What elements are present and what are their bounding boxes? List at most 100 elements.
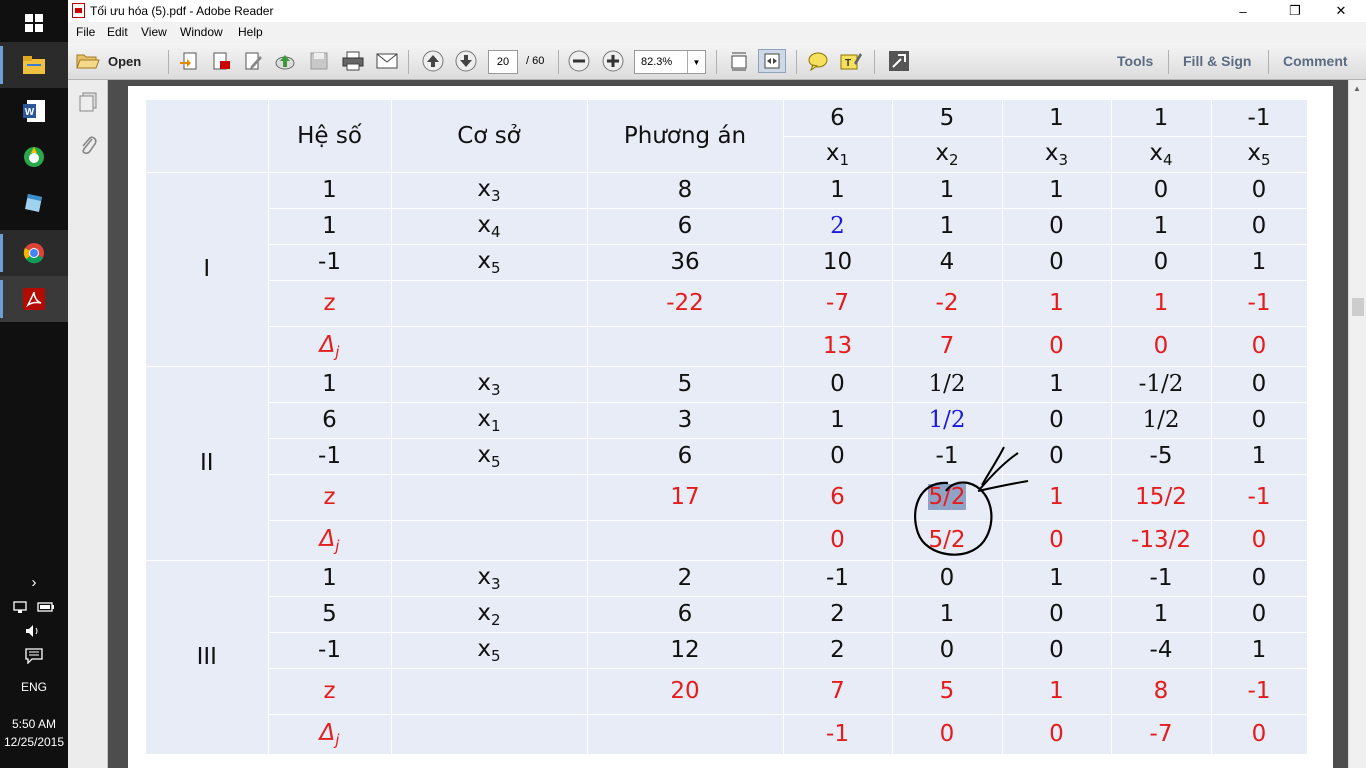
menu-view[interactable]: View	[141, 25, 167, 39]
cell-value: 0	[1211, 366, 1308, 403]
cell-value: 0	[1111, 244, 1212, 281]
scrollbar-thumb[interactable]	[1352, 298, 1364, 316]
z-plan: -22	[587, 280, 784, 327]
z-plan: 17	[587, 474, 784, 521]
objective-coef: 1	[1111, 100, 1212, 137]
title-bar: Tối ưu hóa (5).pdf - Adobe Reader – ❐ ✕	[68, 0, 1366, 22]
delta-plan	[587, 326, 784, 367]
sticky-note-icon[interactable]	[805, 49, 831, 73]
basis-header: Cơ sở	[391, 100, 588, 173]
tools-pane-link[interactable]: Tools	[1117, 53, 1153, 69]
objective-coef: 5	[892, 100, 1003, 137]
fill-and-sign-pane-link[interactable]: Fill & Sign	[1183, 53, 1251, 69]
volume-icon[interactable]	[0, 624, 68, 641]
z-value: 5	[892, 668, 1003, 715]
cell-value: -1	[1111, 560, 1212, 597]
coef-header: Hệ số	[268, 100, 392, 173]
toolbar: Open 20 / 60 82.3% ▼ T Tools Fill & Sign…	[68, 43, 1366, 80]
objective-coef: -1	[1211, 100, 1308, 137]
cell-value: 0	[1002, 402, 1112, 439]
cell-value: 1	[1111, 596, 1212, 633]
row-plan: 6	[587, 438, 784, 475]
chrome-icon[interactable]	[0, 230, 68, 276]
minimize-button[interactable]: –	[1220, 0, 1266, 22]
vertical-scrollbar[interactable]: ▲	[1348, 80, 1366, 768]
open-folder-icon	[76, 54, 100, 69]
comment-pane-link[interactable]: Comment	[1283, 53, 1348, 69]
simplex-table: Hệ số Cơ sở Phương án 6 5 1 1 -1 x1 x2 x3 x4 x5 I 1 x3 8…	[146, 100, 1308, 755]
z-value: -1	[1211, 474, 1308, 521]
table-row: 5 x2 6 2 1 0 1 0	[146, 596, 1308, 633]
show-hidden-icons-chevron-icon[interactable]: ›	[0, 574, 68, 591]
cell-value: -5	[1111, 438, 1212, 475]
edit-pdf-icon[interactable]	[240, 49, 266, 73]
delta-value: -13/2	[1111, 520, 1212, 561]
documents-app-icon[interactable]	[0, 180, 68, 226]
previous-page-icon[interactable]	[420, 49, 446, 73]
cell-value: 0	[1211, 172, 1308, 209]
menu-help[interactable]: Help	[238, 25, 263, 39]
action-center-icon[interactable]	[0, 648, 68, 667]
delta-value: 7	[892, 326, 1003, 367]
fit-width-icon[interactable]	[758, 49, 786, 73]
adobe-reader-icon[interactable]	[0, 276, 68, 322]
scroll-up-arrow-icon[interactable]: ▲	[1353, 84, 1361, 93]
z-value: -1	[1211, 280, 1308, 327]
z-value: 7	[783, 668, 893, 715]
page-number-input[interactable]: 20	[488, 50, 518, 74]
cyberlink-icon[interactable]	[0, 134, 68, 180]
fit-page-icon[interactable]	[726, 49, 752, 73]
highlight-text-icon[interactable]: T	[838, 49, 864, 73]
row-basis: x1	[391, 402, 588, 439]
create-pdf-icon[interactable]	[208, 49, 234, 73]
empty-cell	[391, 714, 588, 755]
cell-value: 1	[1211, 244, 1308, 281]
z-value: -1	[1211, 668, 1308, 715]
clock-time[interactable]: 5:50 AM	[0, 717, 68, 731]
open-button[interactable]: Open	[76, 49, 156, 73]
cell-value: 1	[1211, 632, 1308, 669]
cell-value: 2	[783, 208, 893, 245]
cell-value: -1/2	[1111, 366, 1212, 403]
file-explorer-icon[interactable]	[0, 42, 68, 88]
row-plan: 6	[587, 596, 784, 633]
attachments-paperclip-icon[interactable]	[78, 134, 98, 161]
clock-date[interactable]: 12/25/2015	[0, 735, 68, 749]
z-value: 6	[783, 474, 893, 521]
delta-value: 0	[1002, 326, 1112, 367]
document-viewer[interactable]: Hệ số Cơ sở Phương án 6 5 1 1 -1 x1 x2 x3 x4 x5 I 1 x3 8…	[108, 80, 1348, 768]
zoom-out-icon[interactable]	[566, 49, 592, 73]
next-page-icon[interactable]	[453, 49, 479, 73]
word-icon[interactable]: W	[0, 88, 68, 134]
variable-header: x5	[1211, 136, 1308, 173]
zoom-select[interactable]: 82.3% ▼	[634, 50, 706, 74]
page-thumbnails-icon[interactable]	[78, 92, 98, 117]
objective-coef: 1	[1002, 100, 1112, 137]
cell-value: -4	[1111, 632, 1212, 669]
upload-cloud-icon[interactable]	[272, 49, 298, 73]
input-language[interactable]: ENG	[0, 680, 68, 694]
z-row: z 20 7 5 1 8 -1	[146, 668, 1308, 715]
zoom-in-icon[interactable]	[600, 49, 626, 73]
cell-value: 0	[1211, 560, 1308, 597]
save-icon[interactable]	[306, 49, 332, 73]
menu-window[interactable]: Window	[180, 25, 223, 39]
z-value: 1	[1002, 280, 1112, 327]
windows-start-icon[interactable]	[0, 0, 68, 46]
delta-plan	[587, 714, 784, 755]
menu-file[interactable]: File	[76, 25, 95, 39]
chevron-down-icon[interactable]: ▼	[687, 51, 705, 73]
cell-value: 1	[1002, 366, 1112, 403]
full-screen-icon[interactable]	[886, 49, 912, 73]
zoom-value: 82.3%	[641, 56, 673, 68]
maximize-button[interactable]: ❐	[1272, 0, 1318, 22]
export-icon[interactable]	[176, 49, 202, 73]
print-icon[interactable]	[340, 49, 366, 73]
network-battery-icons[interactable]	[0, 600, 68, 617]
z-row: z -22 -7 -2 1 1 -1	[146, 280, 1308, 327]
menu-edit[interactable]: Edit	[107, 25, 128, 39]
row-plan: 36	[587, 244, 784, 281]
close-button[interactable]: ✕	[1318, 0, 1364, 22]
email-icon[interactable]	[374, 49, 400, 73]
row-coef: -1	[268, 632, 392, 669]
